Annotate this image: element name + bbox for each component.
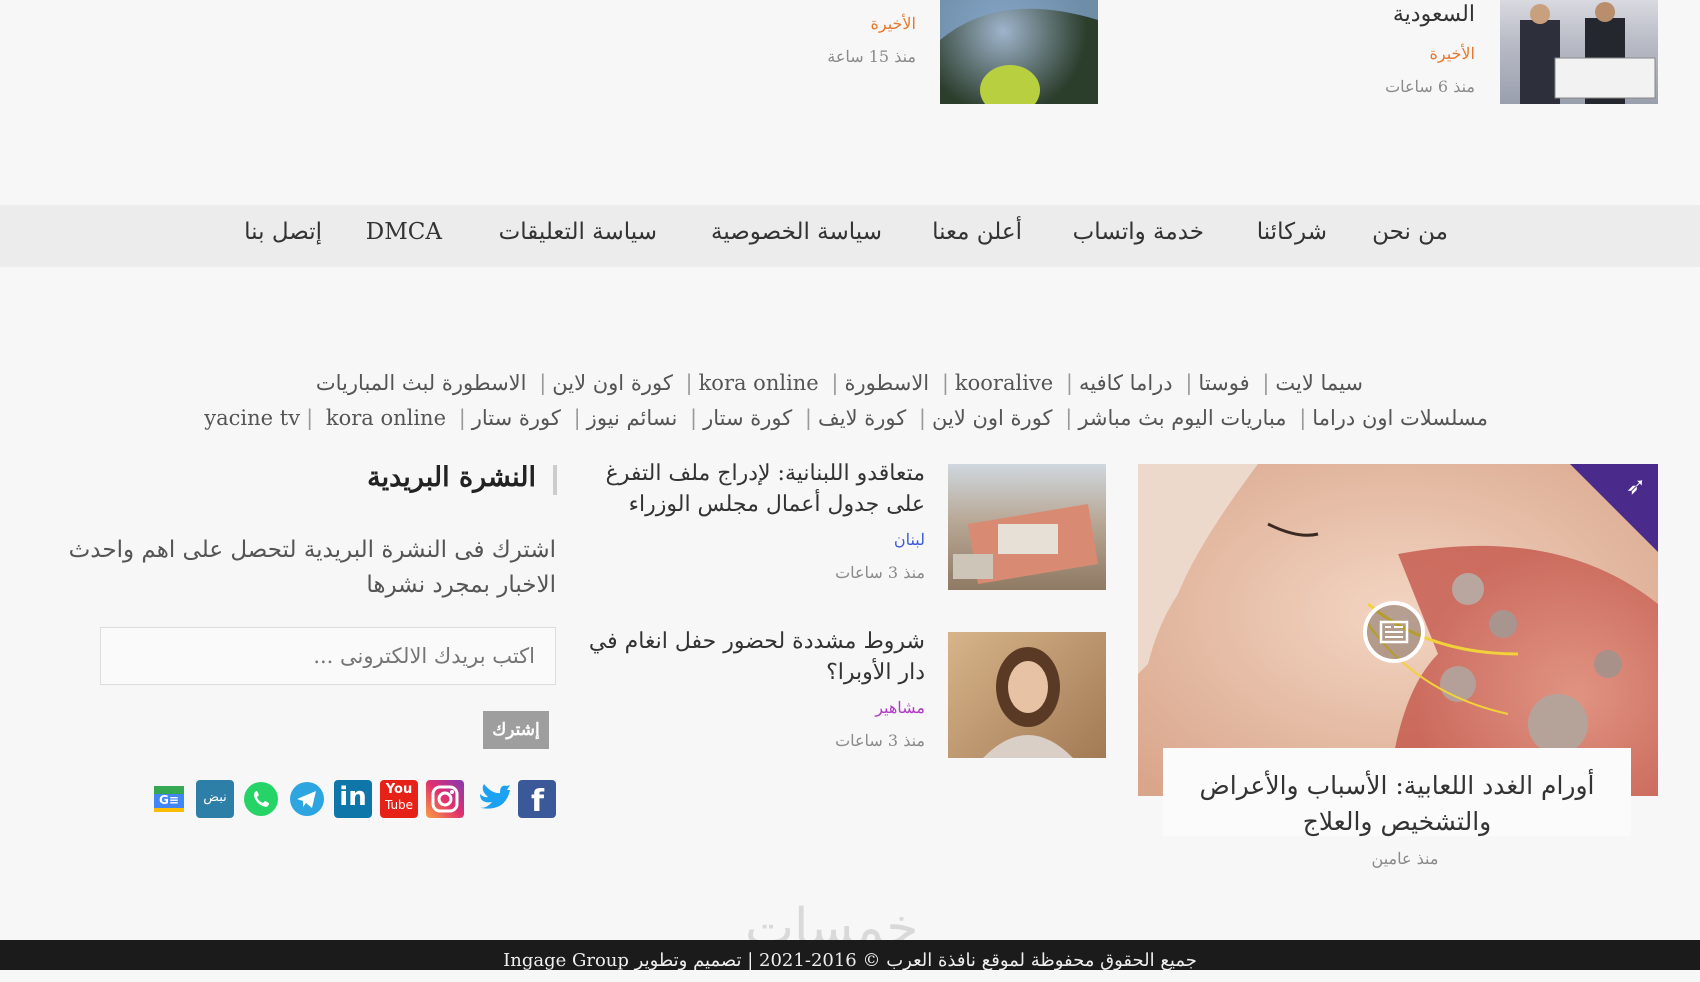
telegram-icon[interactable] xyxy=(288,780,326,818)
featured-title[interactable]: أورام الغدد اللعابية: الأسباب والأعراض و… xyxy=(1163,748,1631,840)
article-thumb-umbrella[interactable] xyxy=(940,0,1098,104)
article-category[interactable]: مشاهير xyxy=(875,698,925,717)
nabd-icon[interactable]: نبض xyxy=(196,780,234,818)
twitter-icon[interactable] xyxy=(472,780,510,818)
footer-copyright: جميع الحقوق محفوظة لموقع نافذة العرب © 2… xyxy=(0,940,1700,971)
nav-dmca[interactable]: DMCA xyxy=(366,219,442,245)
tag-links-row-2: مسلسلات اون دراما| مباريات اليوم بث مباش… xyxy=(204,406,1488,430)
article-time: منذ 3 ساعات xyxy=(835,731,925,750)
subscribe-button[interactable]: إشترك xyxy=(483,711,549,749)
nav-about[interactable]: من نحن xyxy=(1372,219,1448,245)
tag-link[interactable]: كورة لايف xyxy=(818,406,906,430)
facebook-icon[interactable]: f xyxy=(518,780,556,819)
copyright-text: جميع الحقوق محفوظة لموقع نافذة العرب © 2… xyxy=(503,950,1197,971)
tag-link[interactable]: سيما لايت xyxy=(1275,371,1363,395)
featured-image[interactable]: ➶ xyxy=(1138,464,1658,796)
whatsapp-icon[interactable] xyxy=(242,780,280,818)
newsletter-email-input[interactable] xyxy=(100,627,556,685)
newsletter-title-bar xyxy=(553,465,557,495)
tag-links-row-1: سيما لايت| فوستا| دراما كافيه| kooralive… xyxy=(315,371,1363,395)
nav-comments-policy[interactable]: سياسة التعليقات xyxy=(499,219,657,245)
tag-link[interactable]: كورة ستار xyxy=(472,406,561,430)
google-news-icon[interactable]: G≡ xyxy=(150,780,188,818)
featured-time: منذ عامين xyxy=(1371,849,1439,868)
tag-link[interactable]: فوستا xyxy=(1198,371,1249,395)
article-title[interactable]: شروط مشددة لحضور حفل انغام في دار الأوبر… xyxy=(585,626,925,688)
article-thumb-singer[interactable] xyxy=(948,632,1106,758)
footer-nav: من نحن شركائنا خدمة واتساب أعلن معنا سيا… xyxy=(0,205,1700,267)
youtube-label-top: You xyxy=(385,782,413,797)
newsletter-title: النشرة البريدية xyxy=(367,462,536,493)
tag-link[interactable]: كورة اون لاين xyxy=(552,371,673,395)
article-format-icon xyxy=(1363,601,1425,663)
thumb-image xyxy=(953,504,1098,584)
article-thumb-lebanon[interactable] xyxy=(948,464,1106,590)
nabd-label: نبض xyxy=(203,790,227,805)
tag-link[interactable]: الاسطورة xyxy=(845,371,930,395)
rocket-icon: ➶ xyxy=(1625,472,1646,500)
thumb-image xyxy=(983,647,1073,758)
linkedin-icon[interactable]: in xyxy=(334,780,372,818)
tag-link[interactable]: kora online xyxy=(699,371,819,395)
article-title[interactable]: متعاقدو اللبنانية: لإدراج ملف التفرغ على… xyxy=(585,458,925,520)
tag-link[interactable]: مسلسلات اون دراما xyxy=(1312,406,1488,430)
article-time: منذ 6 ساعات xyxy=(1385,77,1475,96)
youtube-label-bottom: Tube xyxy=(384,798,414,812)
instagram-icon[interactable] xyxy=(426,780,464,818)
newspaper-icon xyxy=(1379,620,1409,644)
article-time: منذ 15 ساعة xyxy=(827,47,916,66)
tag-link[interactable]: yacine tv xyxy=(204,406,300,430)
nav-advertise[interactable]: أعلن معنا xyxy=(932,219,1022,245)
tag-link[interactable]: كورة ستار xyxy=(703,406,792,430)
article-category[interactable]: الأخيرة xyxy=(871,14,917,33)
svg-text:f: f xyxy=(531,784,545,818)
google-news-label: G≡ xyxy=(159,793,179,807)
nav-whatsapp-service[interactable]: خدمة واتساب xyxy=(1073,219,1204,245)
article-title[interactable]: السعودية xyxy=(1393,2,1475,27)
youtube-icon[interactable]: You Tube xyxy=(380,780,418,818)
article-category[interactable]: لبنان xyxy=(894,530,925,549)
tag-link[interactable]: الاسطورة لبث المباريات xyxy=(316,371,527,395)
article-thumb-saudi[interactable] xyxy=(1500,0,1658,104)
article-time: منذ 3 ساعات xyxy=(835,563,925,582)
thumb-image xyxy=(1520,2,1656,104)
tag-link[interactable]: مباريات اليوم بث مباشر xyxy=(1078,406,1286,430)
nav-privacy[interactable]: سياسة الخصوصية xyxy=(711,219,882,245)
article-category[interactable]: الأخيرة xyxy=(1430,44,1476,63)
featured-card[interactable]: أورام الغدد اللعابية: الأسباب والأعراض و… xyxy=(1163,748,1631,836)
tag-link[interactable]: دراما كافيه xyxy=(1079,371,1173,395)
thumb-image xyxy=(940,0,1098,104)
newsletter-description: اشترك فى النشرة البريدية لتحصل على اهم و… xyxy=(68,537,556,598)
linkedin-label: in xyxy=(339,782,367,812)
tag-link[interactable]: kooralive xyxy=(955,371,1053,395)
tag-link[interactable]: نسائم نيوز xyxy=(587,406,678,430)
nav-contact[interactable]: إتصل بنا xyxy=(244,219,322,245)
tag-link[interactable]: kora online xyxy=(326,406,446,430)
tag-link[interactable]: كورة اون لاين xyxy=(932,406,1053,430)
nav-partners[interactable]: شركائنا xyxy=(1257,219,1327,245)
